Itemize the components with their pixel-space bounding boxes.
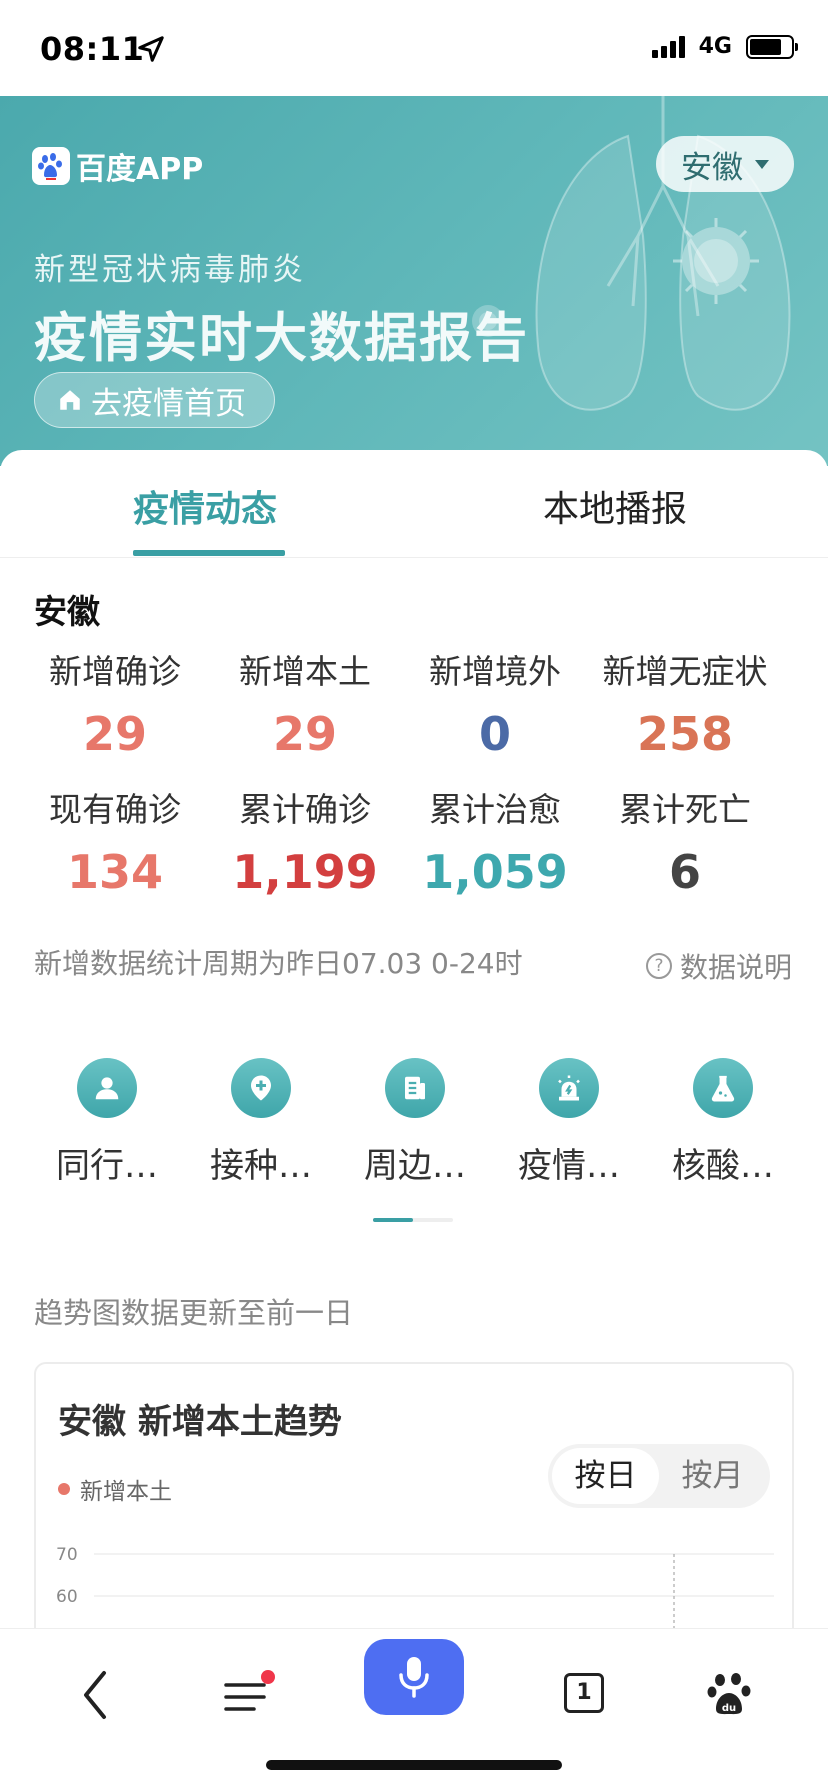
service-shortcuts: 同行… 接种… 周边… 疫情… 核酸… (30, 1058, 800, 1187)
stat-value: 29 (82, 707, 147, 761)
chart-legend: 新增本土 (58, 1472, 172, 1506)
stat-label: 新增无症状 (602, 652, 768, 691)
stat-new-asymptomatic: 新增无症状 258 (590, 650, 780, 788)
stat-label: 现有确诊 (49, 790, 181, 829)
region-title: 安徽 (34, 592, 100, 631)
stat-label: 累计死亡 (619, 790, 751, 829)
question-icon: ? (645, 953, 672, 979)
stat-value: 1,059 (422, 845, 568, 899)
trend-title: 安徽 新增本土趋势 (58, 1402, 342, 1442)
legend-marker (58, 1483, 70, 1495)
service-fellow-traveler[interactable]: 同行… (30, 1058, 184, 1187)
y-tick-label: 60 (56, 1587, 78, 1607)
service-nearby[interactable]: 周边… (338, 1058, 492, 1187)
service-nucleic-test[interactable]: 核酸… (646, 1058, 800, 1187)
network-type: 4G (698, 34, 732, 59)
status-time: 08:11 (40, 30, 145, 68)
flask-icon (693, 1058, 753, 1118)
stats-row-new: 新增确诊 29 新增本土 29 新增境外 0 新增无症状 258 (20, 650, 810, 788)
baidu-brand: 百度APP (32, 144, 203, 188)
stat-label: 累计治愈 (429, 790, 561, 829)
stat-value: 134 (66, 845, 164, 899)
location-plus-icon (231, 1058, 291, 1118)
stat-value: 0 (478, 707, 511, 761)
stats-period-note: 新增数据统计周期为昨日07.03 0-24时 (34, 947, 523, 980)
battery-icon (746, 34, 798, 59)
location-arrow-icon (138, 36, 164, 62)
signal-icon (651, 35, 685, 58)
region-selector-label: 安徽 (681, 149, 743, 186)
service-epidemic-alert[interactable]: 疫情… (492, 1058, 646, 1187)
tabs-count-button[interactable]: 1 (564, 1673, 604, 1713)
tab-bar: 疫情动态 本地播报 (0, 450, 828, 558)
tab-epidemic-dynamics[interactable]: 疫情动态 (133, 480, 277, 532)
status-indicators: 4G (651, 34, 798, 59)
voice-search-button[interactable] (364, 1639, 464, 1715)
home-icon (60, 390, 80, 410)
stat-total-recovered: 累计治愈 1,059 (400, 788, 590, 926)
stat-new-confirmed: 新增确诊 29 (20, 650, 210, 788)
stat-label: 新增境外 (429, 652, 561, 691)
go-epidemic-home-button[interactable]: 去疫情首页 (34, 372, 275, 428)
service-label: 周边… (364, 1146, 466, 1186)
carousel-indicator (373, 1218, 453, 1222)
back-arrow-icon[interactable] (72, 1665, 122, 1725)
brand-name: 百度APP (76, 152, 204, 187)
svg-text:du: du (722, 1703, 736, 1714)
banner: 百度APP 安徽 新型冠状病毒肺炎 疫情实时大数据报告 去疫情首页 (0, 96, 828, 466)
service-label: 核酸… (672, 1146, 774, 1186)
service-vaccination[interactable]: 接种… (184, 1058, 338, 1187)
stat-value: 29 (272, 707, 337, 761)
data-explanation-link[interactable]: ? 数据说明 (645, 946, 792, 986)
data-explanation-label: 数据说明 (679, 951, 792, 984)
stat-value: 1,199 (232, 845, 378, 899)
document-icon (385, 1058, 445, 1118)
stats-row-total: 现有确诊 134 累计确诊 1,199 累计治愈 1,059 累计死亡 6 (20, 788, 810, 926)
period-toggle: 按日 按月 (548, 1444, 770, 1508)
region-selector[interactable]: 安徽 (656, 136, 794, 192)
baidu-paw-icon (32, 147, 70, 185)
banner-subtitle: 新型冠状病毒肺炎 (34, 252, 306, 288)
stat-value: 6 (668, 845, 701, 899)
main-panel: 疫情动态 本地播报 安徽 新增确诊 29 新增本土 29 新增境外 0 新增无症… (0, 450, 828, 1792)
trend-update-note: 趋势图数据更新至前一日 (34, 1296, 354, 1330)
go-epidemic-home-label: 去疫情首页 (91, 385, 246, 422)
stats-grid: 新增确诊 29 新增本土 29 新增境外 0 新增无症状 258 现有确诊 13… (20, 650, 810, 926)
screen: 08:11 4G 百度APP 安徽 新型冠状病毒肺炎 疫情实时大数据报告 去疫情… (0, 0, 828, 1792)
active-tab-indicator (133, 550, 285, 556)
stat-value: 258 (636, 707, 734, 761)
service-label: 同行… (56, 1146, 158, 1186)
stat-label: 新增本土 (239, 652, 371, 691)
tab-local-broadcast[interactable]: 本地播报 (543, 480, 687, 532)
person-icon (77, 1058, 137, 1118)
caret-down-icon (755, 159, 769, 169)
stat-new-imported: 新增境外 0 (400, 650, 590, 788)
baidu-paw-icon[interactable]: du (706, 1669, 752, 1717)
stat-label: 新增确诊 (49, 652, 181, 691)
home-indicator (266, 1760, 562, 1770)
menu-icon[interactable] (218, 1669, 280, 1721)
banner-title: 疫情实时大数据报告 (34, 308, 529, 369)
microphone-icon (399, 1657, 429, 1698)
stat-current-confirmed: 现有确诊 134 (20, 788, 210, 926)
toggle-by-month[interactable]: 按月 (659, 1448, 766, 1504)
service-label: 接种… (210, 1146, 312, 1186)
status-bar: 08:11 4G (0, 0, 828, 96)
toggle-by-day[interactable]: 按日 (552, 1448, 659, 1504)
service-label: 疫情… (518, 1146, 620, 1186)
stat-label: 累计确诊 (239, 790, 371, 829)
alarm-icon (539, 1058, 599, 1118)
legend-label: 新增本土 (80, 1479, 172, 1505)
stat-new-local: 新增本土 29 (210, 650, 400, 788)
stat-total-confirmed: 累计确诊 1,199 (210, 788, 400, 926)
y-tick-label: 70 (56, 1545, 78, 1565)
stat-total-deaths: 累计死亡 6 (590, 788, 780, 926)
